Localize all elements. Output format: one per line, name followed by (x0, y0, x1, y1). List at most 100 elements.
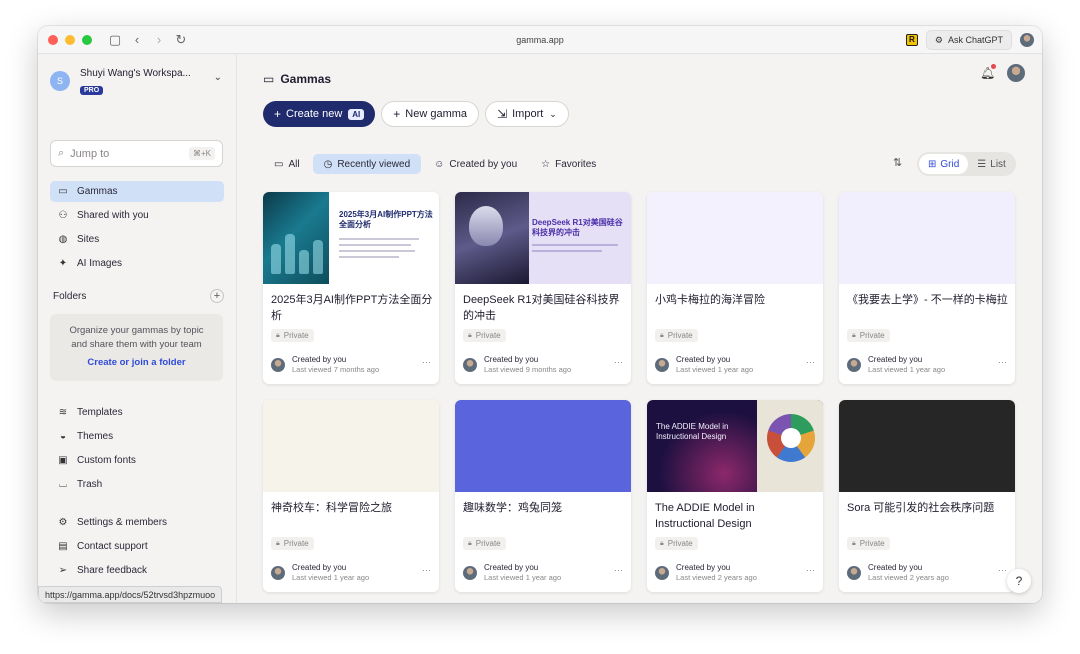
main-content: ▭ Gammas 🔔︎ + Create new AI + New gamma … (238, 54, 1042, 603)
avatar (847, 565, 861, 580)
card-title: 2025年3月AI制作PPT方法全面分析 (271, 294, 433, 322)
grid-label: Grid (940, 158, 960, 170)
help-button[interactable]: ? (1007, 569, 1031, 593)
plus-icon: + (393, 107, 401, 121)
link-preview-status: https://gamma.app/docs/52trvsd3hpzmuoo (38, 586, 223, 603)
last-viewed: Last viewed 9 months ago (484, 365, 572, 374)
grid-view-button[interactable]: ⊞ Grid (919, 154, 969, 174)
filter-created-by-you[interactable]: ☺ Created by you (423, 154, 528, 174)
more-icon[interactable]: ··· (998, 565, 1007, 575)
sort-icon[interactable]: ⇅ (893, 156, 902, 169)
sidebar-item-settings[interactable]: ⚙ Settings & members (50, 512, 224, 533)
sidebar-item-trash[interactable]: ⌴ Trash (50, 474, 224, 495)
grid-icon: ⊞ (928, 158, 937, 170)
lock-icon: 🔒︎ (660, 331, 664, 339)
more-icon[interactable]: ··· (998, 357, 1007, 367)
sidebar-toggle-icon[interactable]: ▢ (104, 26, 126, 54)
gamma-card[interactable]: 趣味数学：鸡兔同笼 🔒︎ Private Created by you Last v… (455, 400, 631, 592)
secondary-nav: ≋ Templates ◒ Themes ▣ Custom fonts ⌴ Tr… (50, 402, 224, 498)
list-view-button[interactable]: ☰ List (968, 154, 1015, 174)
filter-all[interactable]: ▭ All (263, 154, 311, 174)
sidebar-item-ai-images[interactable]: ✦ AI Images (50, 253, 224, 274)
card-title: 小鸡卡梅拉的海洋冒险 (655, 294, 765, 306)
chevron-down-icon[interactable]: ⌄ (214, 72, 222, 83)
card-thumbnail (455, 400, 631, 492)
folders-header: Folders + (53, 289, 224, 303)
created-by: Created by you (868, 355, 923, 364)
gamma-card[interactable]: Sora 可能引发的社会秩序问题 🔒︎ Private Created by yo… (839, 400, 1015, 592)
notification-dot (991, 64, 996, 69)
more-icon[interactable]: ··· (614, 357, 623, 367)
gamma-card[interactable]: DeepSeek R1对美国硅谷科技界的冲击 DeepSeek R1对美国硅谷科… (455, 192, 631, 384)
gamma-card[interactable]: 2025年3月AI制作PPT方法全面分析 2025年3月AI制作PPT方法全面分… (263, 192, 439, 384)
sidebar-item-custom-fonts[interactable]: ▣ Custom fonts (50, 450, 224, 471)
sidebar-item-templates[interactable]: ≋ Templates (50, 402, 224, 423)
filter-recently-viewed[interactable]: ◷ Recently viewed (312, 154, 422, 174)
sidebar-item-share-feedback[interactable]: ➢ Share feedback (50, 560, 224, 581)
maximize-window-button[interactable] (82, 34, 92, 45)
card-title: 趣味数学：鸡兔同笼 (463, 502, 562, 514)
card-title: 《我要去上学》- 不一样的卡梅拉 (847, 294, 1008, 306)
import-button[interactable]: ⇲ Import ⌄ (485, 101, 569, 127)
card-thumbnail: The ADDIE Model in Instructional Design (647, 400, 823, 492)
more-icon[interactable]: ··· (806, 357, 815, 367)
ask-chatgpt-button[interactable]: ⚙ Ask ChatGPT (925, 30, 1012, 50)
privacy-label: Private (859, 539, 885, 548)
star-icon: ☆ (541, 158, 551, 170)
last-viewed: Last viewed 1 year ago (484, 573, 562, 582)
sidebar-item-label: Templates (77, 407, 123, 418)
forward-icon[interactable]: › (148, 26, 170, 54)
lock-icon: 🔒︎ (276, 539, 280, 547)
jump-to-search[interactable]: ⌕ Jump to ⌘+K (50, 140, 223, 167)
user-avatar[interactable] (1007, 64, 1025, 82)
folders-description: and share them with your team (71, 339, 202, 350)
sidebar-item-themes[interactable]: ◒ Themes (50, 426, 224, 447)
gamma-card[interactable]: 神奇校车：科学冒险之旅 🔒︎ Private Created by you Last… (263, 400, 439, 592)
avatar (655, 357, 669, 372)
sidebar: S Shuyi Wang's Workspa... PRO ⌄ ⌕ Jump t… (38, 54, 237, 603)
lock-icon: 🔒︎ (852, 539, 856, 547)
sidebar-item-shared[interactable]: ⚇ Shared with you (50, 205, 224, 226)
card-title: DeepSeek R1对美国硅谷科技界的冲击 (463, 294, 620, 322)
minimize-window-button[interactable] (65, 34, 75, 45)
workspace-switcher[interactable]: S Shuyi Wang's Workspa... PRO ⌄ (50, 68, 228, 95)
sidebar-item-gammas[interactable]: ▭ Gammas (50, 181, 224, 202)
chevron-down-icon: ⌄ (549, 108, 557, 119)
sidebar-item-label: Settings & members (77, 517, 168, 528)
sidebar-item-contact-support[interactable]: ▤ Contact support (50, 536, 224, 557)
browser-profile-avatar[interactable] (1020, 33, 1034, 47)
gamma-card[interactable]: 小鸡卡梅拉的海洋冒险 🔒︎ Private Created by you Last … (647, 192, 823, 384)
clock-icon: ◷ (323, 158, 333, 170)
list-label: List (990, 158, 1006, 170)
more-icon[interactable]: ··· (422, 565, 431, 575)
pro-badge: PRO (80, 86, 104, 95)
sidebar-item-sites[interactable]: ◍ Sites (50, 229, 224, 250)
chat-icon: ▤ (58, 541, 68, 552)
add-folder-icon[interactable]: + (210, 289, 224, 303)
more-icon[interactable]: ··· (806, 565, 815, 575)
filter-favorites[interactable]: ☆ Favorites (530, 154, 607, 174)
create-folder-link[interactable]: Create or join a folder (50, 357, 223, 368)
close-window-button[interactable] (48, 34, 58, 45)
reload-icon[interactable]: ↻ (170, 26, 192, 54)
create-new-label: Create new (286, 108, 343, 120)
created-by: Created by you (484, 355, 539, 364)
sidebar-item-label: Trash (77, 479, 103, 490)
last-viewed: Last viewed 2 years ago (676, 573, 757, 582)
avatar (463, 357, 477, 372)
privacy-label: Private (859, 331, 885, 340)
deck-icon: ▭ (58, 186, 68, 197)
extension-icon[interactable]: R (905, 34, 918, 46)
create-new-button[interactable]: + Create new AI (263, 101, 376, 127)
window-controls (48, 34, 92, 45)
card-title: The ADDIE Model in Instructional Design (655, 502, 755, 530)
new-gamma-button[interactable]: + New gamma (381, 101, 480, 127)
gamma-card[interactable]: The ADDIE Model in Instructional Design … (647, 400, 823, 592)
more-icon[interactable]: ··· (614, 565, 623, 575)
gamma-card[interactable]: 《我要去上学》- 不一样的卡梅拉 🔒︎ Private Created by yo… (839, 192, 1015, 384)
card-meta: Created by you Last viewed 1 year ago ··· (463, 563, 625, 582)
card-thumbnail: 2025年3月AI制作PPT方法全面分析 (263, 192, 439, 284)
folders-empty-state: Organize your gammas by topic and share … (50, 314, 223, 381)
more-icon[interactable]: ··· (422, 357, 431, 367)
back-icon[interactable]: ‹ (126, 26, 148, 54)
